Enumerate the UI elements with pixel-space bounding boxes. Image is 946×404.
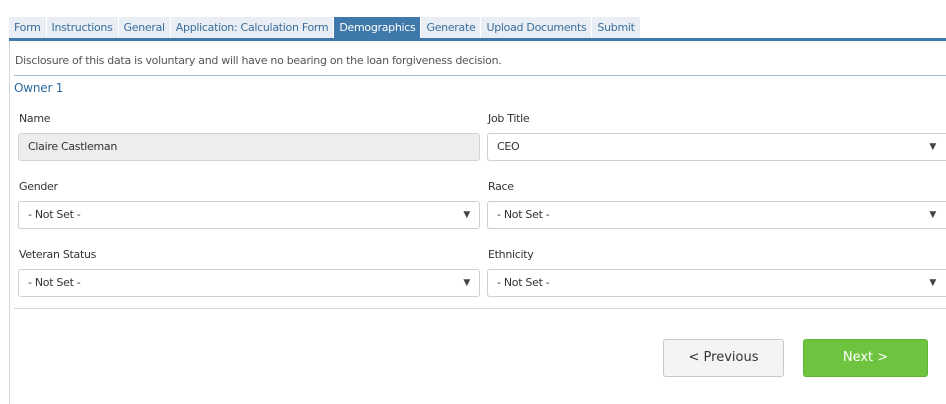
veteran-status-label: Veteran Status	[19, 248, 97, 261]
disclosure-text: Disclosure of this data is voluntary and…	[15, 54, 502, 67]
owner-section-title: Owner 1	[14, 81, 64, 95]
tab-upload-documents[interactable]: Upload Documents	[481, 17, 592, 38]
veteran-status-select[interactable]: - Not Set - ▼	[18, 269, 480, 297]
ethnicity-label: Ethnicity	[488, 248, 534, 261]
job-title-label: Job Title	[488, 112, 530, 125]
veteran-status-value: - Not Set -	[28, 276, 81, 289]
tab-demographics[interactable]: Demographics	[334, 17, 421, 38]
race-select[interactable]: - Not Set - ▼	[487, 201, 946, 229]
previous-button[interactable]: < Previous	[663, 339, 784, 377]
tab-general[interactable]: General	[118, 17, 170, 38]
tab-calculation-form[interactable]: Application: Calculation Form	[170, 17, 334, 38]
tab-instructions[interactable]: Instructions	[46, 17, 118, 38]
gender-select[interactable]: - Not Set - ▼	[18, 201, 480, 229]
name-value: Claire Castleman	[28, 140, 117, 153]
race-value: - Not Set -	[497, 208, 550, 221]
job-title-select[interactable]: CEO ▼	[487, 133, 946, 161]
tab-bar: Form Instructions General Application: C…	[9, 17, 641, 38]
chevron-down-icon: ▼	[929, 278, 936, 288]
gender-label: Gender	[19, 180, 58, 193]
ethnicity-select[interactable]: - Not Set - ▼	[487, 269, 946, 297]
ethnicity-value: - Not Set -	[497, 276, 550, 289]
tab-form[interactable]: Form	[9, 17, 46, 38]
chevron-down-icon: ▼	[929, 210, 936, 220]
job-title-value: CEO	[497, 140, 520, 153]
chevron-down-icon: ▼	[929, 142, 936, 152]
name-field: Claire Castleman	[18, 133, 480, 161]
race-label: Race	[488, 180, 514, 193]
tab-generate[interactable]: Generate	[421, 17, 481, 38]
footer-divider	[14, 308, 946, 309]
name-label: Name	[19, 112, 51, 125]
next-button[interactable]: Next >	[803, 339, 928, 377]
chevron-down-icon: ▼	[463, 210, 470, 220]
section-divider	[14, 75, 946, 76]
chevron-down-icon: ▼	[463, 278, 470, 288]
tab-bar-underline	[9, 38, 946, 41]
gender-value: - Not Set -	[28, 208, 81, 221]
tab-submit[interactable]: Submit	[592, 17, 640, 38]
